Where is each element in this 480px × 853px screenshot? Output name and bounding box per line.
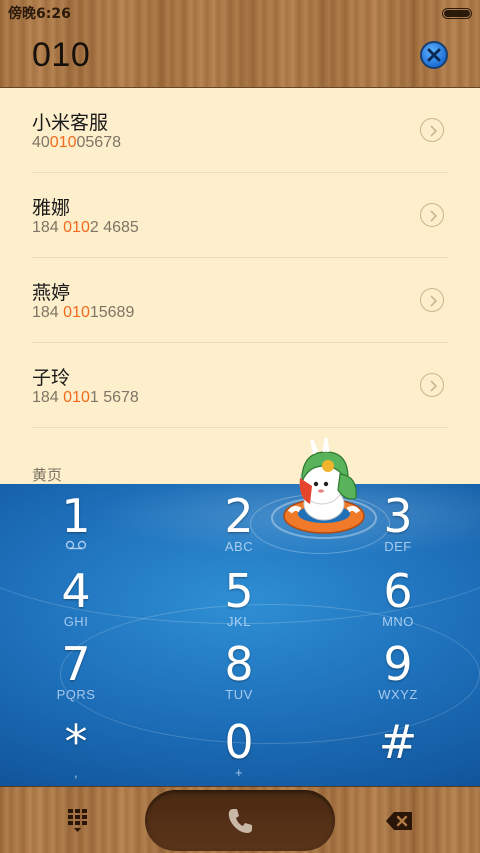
call-button[interactable] bbox=[145, 790, 335, 851]
status-time: 傍晚6:26 bbox=[8, 6, 71, 22]
dialpad-icon[interactable] bbox=[68, 809, 92, 833]
close-icon bbox=[427, 48, 441, 62]
clear-button[interactable] bbox=[420, 41, 448, 69]
key-star[interactable]: * , bbox=[26, 718, 126, 780]
list-item[interactable]: 子玲 184 0101 5678 bbox=[32, 343, 448, 428]
contact-number: 184 0102 4685 bbox=[32, 219, 139, 236]
phone-icon bbox=[228, 809, 252, 833]
key-7[interactable]: 7 PQRS bbox=[26, 640, 126, 702]
key-4[interactable]: 4 GHI bbox=[26, 567, 126, 629]
list-item[interactable]: 燕婷 184 01015689 bbox=[32, 258, 448, 343]
key-0[interactable]: 0 + bbox=[189, 718, 289, 780]
key-6[interactable]: 6 MNO bbox=[348, 567, 448, 629]
contact-list: 小米客服 4001005678 雅娜 184 0102 4685 燕婷 184 … bbox=[32, 88, 448, 428]
contact-name: 小米客服 bbox=[32, 112, 109, 134]
contact-number: 184 01015689 bbox=[32, 304, 135, 321]
dialed-number: 010 bbox=[32, 36, 91, 74]
bottom-bar bbox=[0, 786, 480, 853]
battery-icon bbox=[442, 8, 472, 19]
list-item[interactable]: 小米客服 4001005678 bbox=[32, 88, 448, 173]
backspace-icon[interactable] bbox=[385, 811, 413, 831]
contact-name: 子玲 bbox=[32, 367, 71, 389]
contact-name: 雅娜 bbox=[32, 197, 71, 219]
contact-number: 4001005678 bbox=[32, 134, 121, 151]
chevron-right-icon[interactable] bbox=[420, 118, 444, 142]
key-8[interactable]: 8 TUV bbox=[189, 640, 289, 702]
contact-number: 184 0101 5678 bbox=[32, 389, 139, 406]
key-5[interactable]: 5 JKL bbox=[189, 567, 289, 629]
key-hash[interactable]: # bbox=[348, 718, 448, 766]
key-9[interactable]: 9 WXYZ bbox=[348, 640, 448, 702]
yellow-pages-label: 黄页 bbox=[32, 466, 63, 484]
key-1[interactable]: 1 bbox=[26, 492, 126, 550]
chevron-right-icon[interactable] bbox=[420, 373, 444, 397]
header-bar: 傍晚6:26 010 bbox=[0, 0, 480, 88]
chevron-right-icon[interactable] bbox=[420, 203, 444, 227]
dial-keypad: 1 2 ABC 3 DEF 4 GHI 5 JKL 6 MNO 7 PQRS 8… bbox=[0, 484, 480, 786]
contact-name: 燕婷 bbox=[32, 282, 71, 304]
chevron-right-icon[interactable] bbox=[420, 288, 444, 312]
mitu-mascot-icon bbox=[271, 438, 377, 539]
list-item[interactable]: 雅娜 184 0102 4685 bbox=[32, 173, 448, 258]
